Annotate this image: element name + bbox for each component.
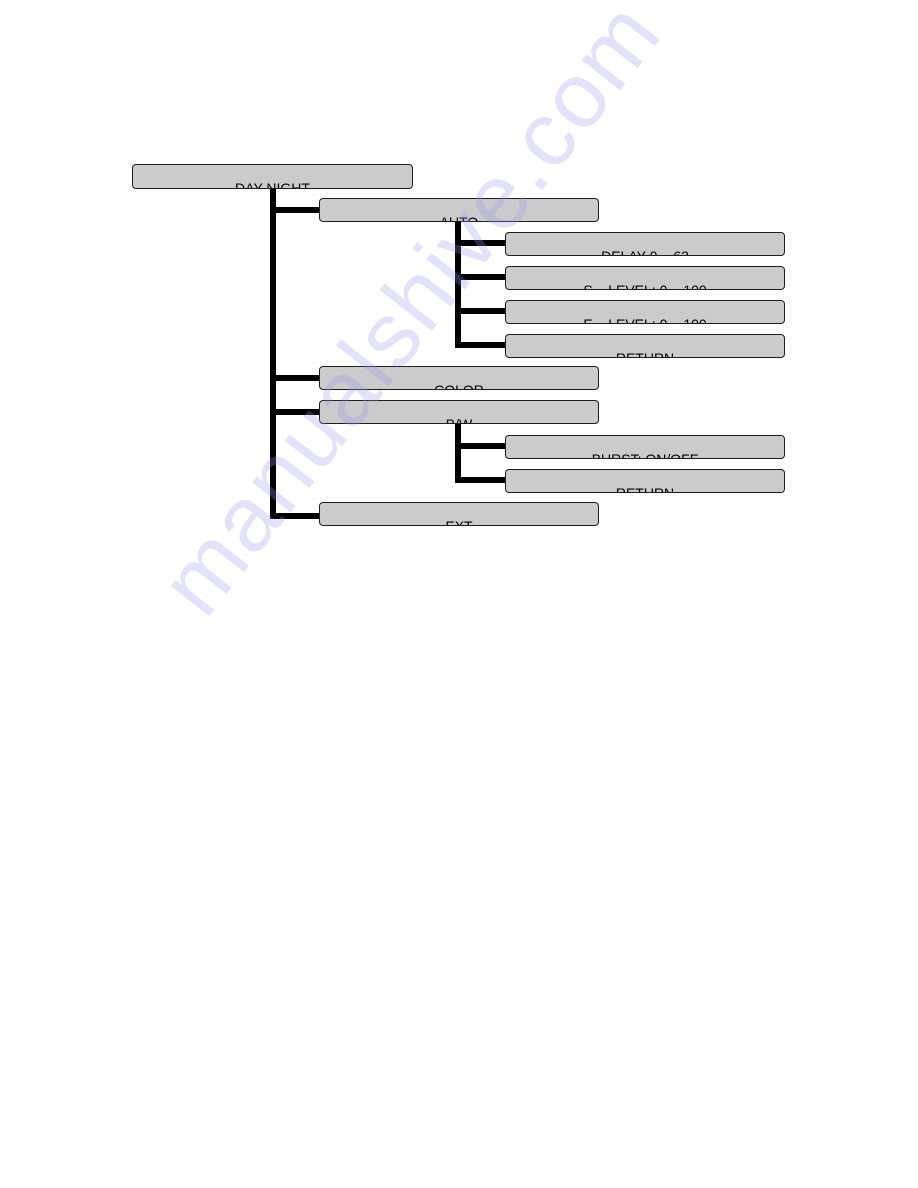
connector-ext: [270, 513, 320, 519]
node-label: COLOR: [434, 382, 484, 390]
node-label: DAY NIGHT: [235, 180, 310, 189]
connector-auto-return: [455, 342, 506, 348]
menu-node-bw-return[interactable]: RETURN: [505, 469, 785, 493]
menu-node-auto[interactable]: AUTO: [319, 198, 599, 222]
bw-sub-trunk: [455, 423, 461, 483]
menu-node-day-night[interactable]: DAY NIGHT: [132, 164, 413, 189]
node-label: BURST: ON/OFF: [591, 451, 699, 459]
node-label: E – LEVEL: 0 ~ 100: [583, 316, 707, 324]
menu-node-e-level[interactable]: E – LEVEL: 0 ~ 100: [505, 300, 785, 324]
connector-bw: [270, 409, 320, 415]
menu-node-s-level[interactable]: S – LEVEL: 0 ~ 100: [505, 266, 785, 290]
connector-bw-return: [455, 477, 506, 483]
node-label: RETURN: [615, 350, 675, 358]
menu-node-ext[interactable]: EXT: [319, 502, 599, 526]
node-label: B/W: [445, 416, 473, 424]
node-label: DELAY 0 ~ 63: [601, 248, 689, 256]
menu-node-delay[interactable]: DELAY 0 ~ 63: [505, 232, 785, 256]
menu-node-auto-return[interactable]: RETURN: [505, 334, 785, 358]
connector-delay: [455, 240, 506, 246]
connector-e-level: [455, 308, 506, 314]
connector-auto: [270, 207, 320, 213]
menu-node-burst[interactable]: BURST: ON/OFF: [505, 435, 785, 459]
node-label: AUTO: [439, 214, 479, 222]
menu-node-color[interactable]: COLOR: [319, 366, 599, 390]
trunk-connector: [270, 188, 276, 519]
connector-s-level: [455, 274, 506, 280]
connector-burst: [455, 443, 506, 449]
node-label: EXT: [445, 518, 473, 526]
node-label: S – LEVEL: 0 ~ 100: [583, 282, 707, 290]
node-label: RETURN: [615, 485, 675, 493]
menu-node-bw[interactable]: B/W: [319, 400, 599, 424]
connector-color: [270, 375, 320, 381]
menu-tree-diagram: DAY NIGHT AUTO COLOR B/W EXT DELAY 0 ~ 6…: [0, 0, 918, 1188]
